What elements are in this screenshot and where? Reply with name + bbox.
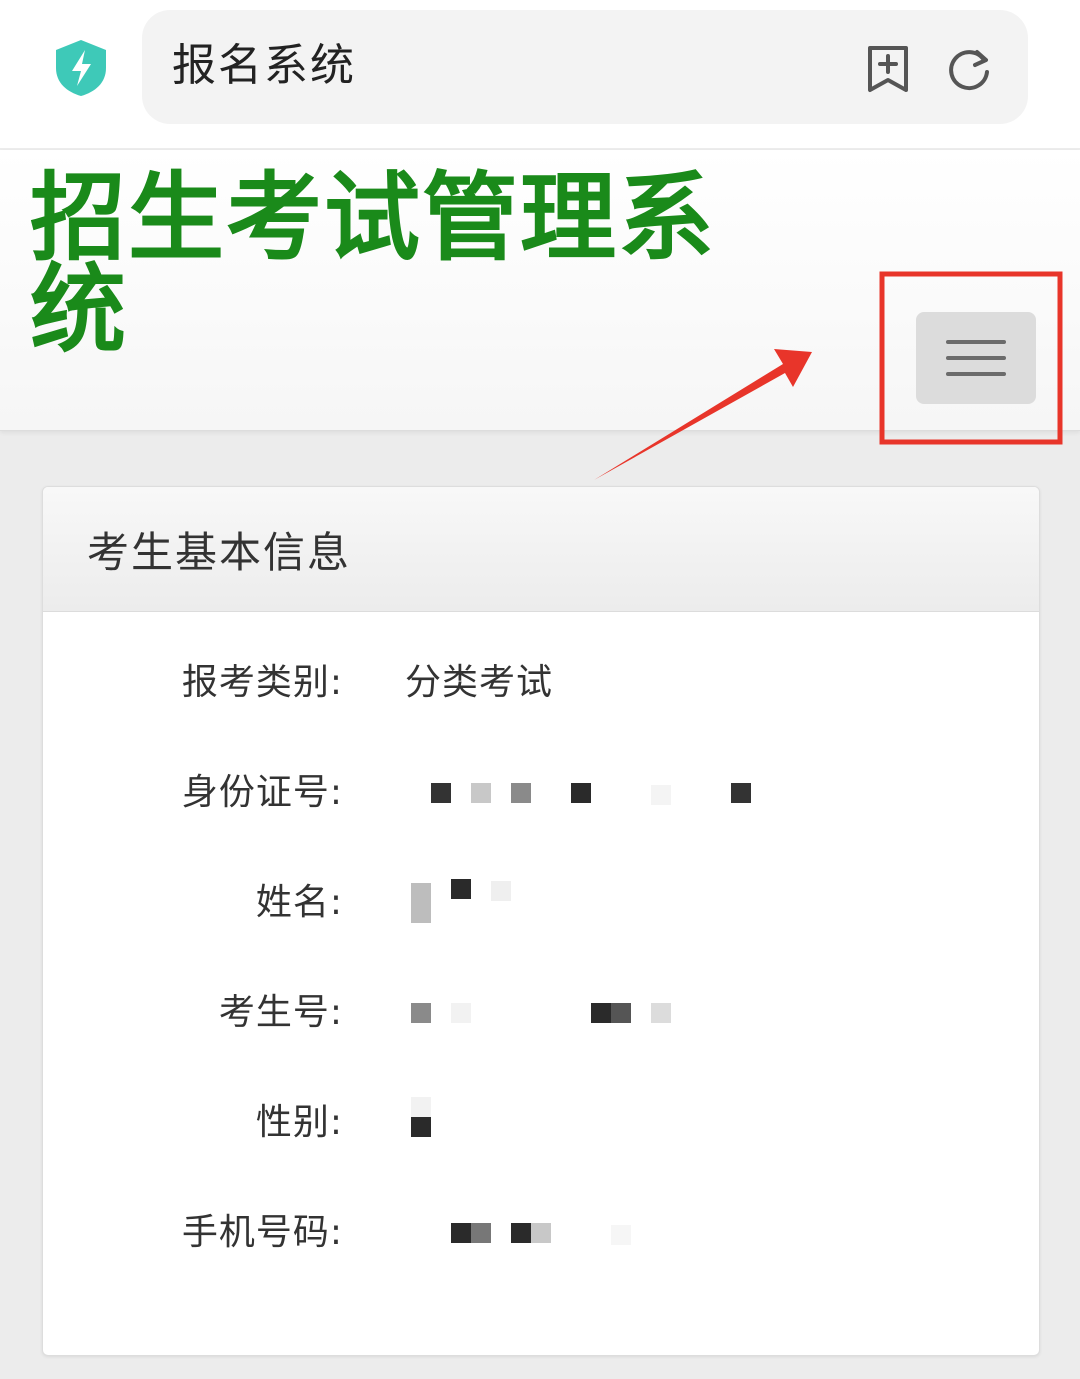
mosaic-pixel [451,1223,471,1243]
field-row-student-number: 考生号: [43,983,1039,1043]
field-label: 手机号码: [181,1212,343,1253]
mosaic-pixel [431,783,451,803]
hamburger-menu-button[interactable] [916,312,1036,404]
field-label: 考生号: [218,992,343,1033]
mosaic-pixel [471,1223,491,1243]
field-value: 分类考试 [405,662,554,703]
mosaic-pixel [511,783,531,803]
panel-header: 考生基本信息 [43,487,1039,612]
browser-toolbar: 报名系统 [0,0,1080,148]
panel-title: 考生基本信息 [87,528,352,577]
shield-bolt-icon[interactable] [52,38,110,98]
mosaic-pixel [611,1003,631,1023]
mosaic-pixel [411,883,431,923]
field-row-phone: 手机号码: [43,1203,1039,1263]
mosaic-pixel [451,1003,471,1023]
field-row-id-number: 身份证号: [43,763,1039,823]
mosaic-pixel [511,1223,531,1243]
mosaic-pixel [471,783,491,803]
mosaic-pixel [451,879,471,899]
mosaic-pixel [491,881,511,901]
site-header: 招生考试管理系统 [0,150,1080,431]
bookmark-add-icon[interactable] [864,44,912,94]
reload-icon[interactable] [944,44,994,94]
menu-bar-2 [946,356,1006,360]
mosaic-pixel [591,1003,611,1023]
mosaic-pixel [611,1225,631,1245]
field-label: 性别: [255,1102,343,1143]
student-info-panel: 考生基本信息 报考类别: 分类考试 身份证号: 姓名: 考生号: 性别: 手机号… [42,486,1040,1356]
site-title: 招生考试管理系统 [30,162,716,366]
field-label: 身份证号: [181,772,343,813]
field-label: 报考类别: [181,662,343,703]
mosaic-pixel [411,1097,431,1117]
mosaic-pixel [571,783,591,803]
field-row-name: 姓名: [43,873,1039,933]
mosaic-pixel [731,783,751,803]
mosaic-pixel [651,1003,671,1023]
menu-bar-1 [946,340,1006,344]
mosaic-pixel [651,785,671,805]
mosaic-pixel [411,1003,431,1023]
address-text: 报名系统 [172,40,356,91]
address-bar[interactable]: 报名系统 [142,10,1028,124]
field-label: 姓名: [255,882,343,923]
field-row-exam-category: 报考类别: 分类考试 [43,653,1039,713]
field-row-gender: 性别: [43,1093,1039,1153]
mosaic-pixel [411,1117,431,1137]
mosaic-pixel [531,1223,551,1243]
menu-bar-3 [946,372,1006,376]
